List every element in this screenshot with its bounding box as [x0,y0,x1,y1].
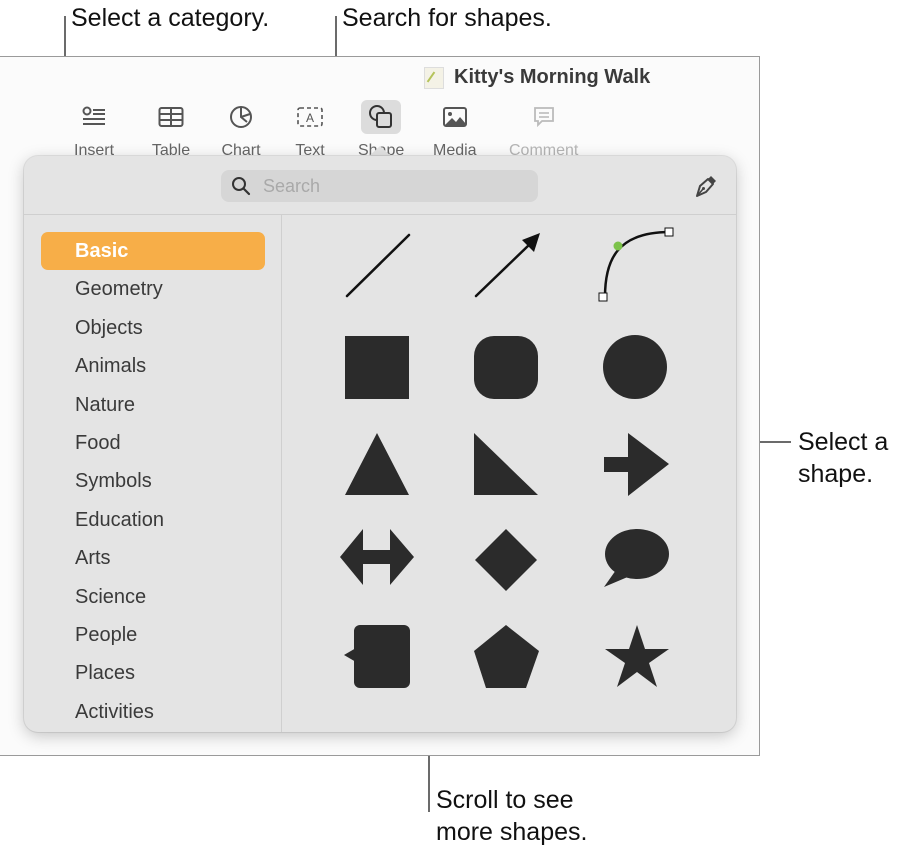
pages-document-icon [424,66,444,89]
shape-triangle[interactable] [345,433,409,495]
category-item-arts[interactable]: Arts [41,539,265,577]
media-icon [435,100,475,134]
toolbar-comment-button[interactable]: Comment [509,100,578,160]
callout-search-shapes: Search for shapes. [342,4,552,32]
shape-line[interactable] [337,225,412,300]
shape-search-input[interactable] [261,174,515,198]
category-item-geometry[interactable]: Geometry [41,270,265,308]
callout-scroll-line2: more shapes. [436,818,588,846]
category-sidebar: Basic Geometry Objects Animals Nature Food Sym… [24,215,282,732]
shape-arrow-right[interactable] [604,433,669,496]
callout-scroll-line1: Scroll to see [436,786,574,814]
shape-arrow-line[interactable] [467,225,542,300]
toolbar-insert-button[interactable]: Insert [74,100,114,160]
category-item-basic[interactable]: Basic [41,232,265,270]
callout-select-category: Select a category. [71,4,270,32]
toolbar-text-button[interactable]: A Text [290,100,330,160]
shape-square[interactable] [345,336,409,399]
table-icon [151,100,191,134]
shape-search-field[interactable] [221,170,538,202]
category-item-animals[interactable]: Animals [41,347,265,385]
shape-callout-square[interactable] [344,625,410,688]
shape-pentagon[interactable] [474,625,539,688]
shape-library-popover: BasicGeometryObjectsAnimalsNatureFoodSym… [24,156,736,732]
shape-double-arrow[interactable] [340,529,414,585]
search-icon [232,177,251,196]
shape-right-triangle[interactable] [474,433,538,495]
svg-text:A: A [306,111,314,125]
category-item-symbols[interactable]: Symbols [41,462,265,500]
callout-select-shape-line2: shape. [798,460,874,488]
toolbar-table-button[interactable]: Table [151,100,191,160]
shape-diamond[interactable] [475,529,537,591]
shape-grid [282,215,736,732]
shape-rounded-square[interactable] [474,336,538,399]
shape-curve[interactable] [597,225,677,305]
text-box-icon: A [290,100,330,134]
shape-speech-bubble[interactable] [604,529,669,587]
category-item-activities[interactable]: Activities [41,693,265,731]
category-item-places[interactable]: Places [41,654,265,692]
category-item-food[interactable]: Food [41,424,265,462]
search-row [24,156,736,215]
chart-icon [221,100,261,134]
document-title-text: Kitty's Morning Walk [454,66,651,88]
toolbar-chart-button[interactable]: Chart [221,100,261,160]
category-item-objects[interactable]: Objects [41,309,265,347]
category-item-nature[interactable]: Nature [41,386,265,424]
callout-select-shape: Select a shape. [798,426,888,490]
shape-grid-canvas [337,225,677,688]
category-item-science[interactable]: Science [41,578,265,616]
shape-star[interactable] [605,625,669,687]
toolbar-media-button[interactable]: Media [433,100,477,160]
pen-icon[interactable] [692,174,718,200]
comment-icon [524,100,564,134]
callout-scroll: Scroll to see more shapes. [436,784,587,848]
callout-select-shape-line1: Select a [798,428,889,456]
shape-circle[interactable] [603,335,667,399]
document-title: Kitty's Morning Walk [424,66,650,89]
category-item-people[interactable]: People [41,616,265,654]
insert-icon [74,100,114,134]
category-item-education[interactable]: Education [41,501,265,539]
shape-icon [361,100,402,134]
